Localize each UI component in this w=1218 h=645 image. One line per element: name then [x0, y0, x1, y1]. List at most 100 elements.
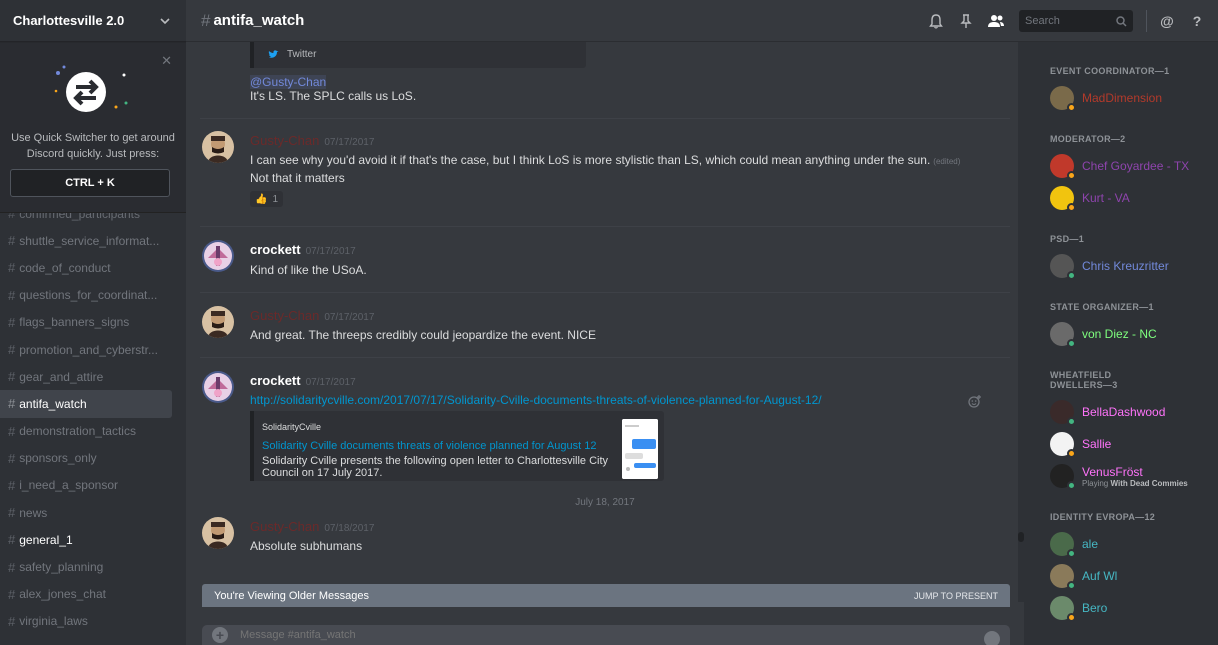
author-name[interactable]: Gusty-Chan	[250, 519, 319, 534]
author-name[interactable]: crockett	[250, 373, 301, 388]
status-indicator	[1067, 449, 1076, 458]
twitter-label: Twitter	[287, 49, 317, 60]
member-item[interactable]: MadDimension	[1050, 86, 1163, 112]
avatar[interactable]	[202, 517, 234, 549]
channel-item[interactable]: # safety_planning	[0, 553, 172, 580]
server-name: Charlottesville 2.0	[13, 13, 125, 28]
hash-icon: #	[8, 586, 16, 602]
channel-title: # antifa_watch	[186, 11, 304, 31]
channel-label: news	[19, 505, 48, 520]
channel-item[interactable]: # flags_banners_signs	[0, 309, 172, 336]
member-item[interactable]: Chef Goyardee - TX	[1050, 154, 1189, 180]
status-indicator	[1067, 203, 1076, 212]
channel-item[interactable]: # code_of_conduct	[0, 254, 172, 281]
member-item[interactable]: von Diez - NC	[1050, 322, 1157, 348]
message-text: I can see why you'd avoid it if that's t…	[250, 153, 960, 167]
activity-prefix: Playing	[1082, 478, 1109, 488]
toolbar-divider	[1146, 10, 1147, 32]
avatar[interactable]	[202, 131, 234, 163]
jump-to-present-button[interactable]: JUMP TO PRESENT	[914, 591, 998, 601]
user-mention[interactable]: @Gusty-Chan	[250, 75, 327, 89]
author-name[interactable]: crockett	[250, 242, 301, 257]
add-reaction-icon[interactable]	[968, 394, 982, 408]
member-info: Sallie	[1082, 437, 1111, 451]
channel-label: virginia_laws	[19, 614, 88, 629]
channel-label: promotion_and_cyberstr...	[19, 342, 158, 357]
channel-item[interactable]: # alex_jones_chat	[0, 581, 172, 608]
channel-item[interactable]: # i_need_a_sponsor	[0, 472, 172, 499]
member-name: MadDimension	[1082, 91, 1163, 105]
member-info: VenusFröst Playing With Dead Commies	[1082, 465, 1188, 488]
twitter-embed: Twitter	[250, 42, 586, 68]
message-text: Not that it matters	[250, 171, 345, 185]
member-item[interactable]: Bero	[1050, 596, 1107, 622]
member-item[interactable]: BellaDashwood	[1050, 400, 1165, 426]
member-item[interactable]: ale	[1050, 532, 1098, 558]
channel-item[interactable]: # questions_for_coordinat...	[0, 282, 172, 309]
channel-item[interactable]: # demonstration_tactics	[0, 418, 172, 445]
message-link-line: http://solidaritycville.com/2017/07/17/S…	[250, 393, 822, 407]
avatar[interactable]	[202, 306, 234, 338]
role-header: WHEATFIELD DWELLERS—3	[1050, 370, 1118, 390]
pin-icon[interactable]	[957, 12, 975, 30]
member-item[interactable]: Chris Kreuzritter	[1050, 254, 1169, 280]
chat-area: # antifa_watch Search @ ? Twitter @Gusty…	[186, 0, 1218, 645]
channel-label: sponsors_only	[19, 451, 97, 466]
channel-item[interactable]: # gear_and_attire	[0, 363, 172, 390]
member-item[interactable]: Sallie	[1050, 432, 1111, 458]
channel-item[interactable]: # news	[0, 499, 172, 526]
mention-icon[interactable]: @	[1158, 12, 1176, 30]
channel-item[interactable]: # promotion_and_cyberstr...	[0, 336, 172, 363]
twitter-icon	[268, 50, 279, 58]
hash-icon: #	[8, 613, 16, 629]
embed-title[interactable]: Solidarity Cville documents threats of v…	[262, 440, 596, 452]
help-icon[interactable]: ?	[1188, 12, 1206, 30]
avatar	[1050, 564, 1076, 590]
member-name: Auf Wl	[1082, 569, 1118, 583]
channel-item[interactable]: # general_1	[0, 526, 172, 553]
bell-icon[interactable]	[927, 12, 945, 30]
message-input[interactable]	[240, 629, 940, 641]
avatar[interactable]	[202, 371, 234, 403]
embed-thumbnail[interactable]	[622, 419, 658, 479]
message-text: And great. The threeps credibly could je…	[250, 328, 596, 342]
thumbs-up-icon: 👍	[254, 193, 268, 205]
message-composer: +	[202, 625, 1010, 645]
search-input[interactable]: Search	[1019, 10, 1133, 32]
member-name: Sallie	[1082, 437, 1112, 451]
quick-switcher-shortcut[interactable]: CTRL + K	[10, 169, 170, 197]
role-header: IDENTITY EVROPA—12	[1050, 512, 1156, 522]
member-name: VenusFröst	[1082, 464, 1143, 479]
channel-item[interactable]: # virginia_laws	[0, 608, 172, 635]
reaction[interactable]: 👍 1	[250, 191, 283, 207]
avatar	[1050, 400, 1076, 426]
quick-switcher-text: Use Quick Switcher to get around Discord…	[11, 132, 175, 160]
member-item[interactable]: VenusFröst Playing With Dead Commies	[1050, 464, 1188, 490]
channel-item[interactable]: # shuttle_service_informat...	[0, 227, 172, 254]
avatar[interactable]	[202, 240, 234, 272]
member-item[interactable]: Kurt - VA	[1050, 186, 1130, 212]
channel-label: antifa_watch	[19, 396, 87, 411]
close-icon[interactable]: ✕	[161, 53, 172, 69]
activity-game: With Dead Commies	[1110, 478, 1188, 488]
channel-label: alex_jones_chat	[19, 587, 106, 602]
members-icon[interactable]	[987, 12, 1005, 30]
status-indicator	[1067, 549, 1076, 558]
avatar	[1050, 86, 1076, 112]
member-item[interactable]: Auf Wl	[1050, 564, 1118, 590]
author-name[interactable]: Gusty-Chan	[250, 308, 319, 323]
emoji-icon[interactable]	[984, 631, 1000, 645]
member-info: Bero	[1082, 601, 1107, 615]
hash-icon: #	[8, 559, 16, 575]
status-indicator	[1067, 417, 1076, 426]
timestamp: 07/17/2017	[324, 312, 375, 323]
server-header[interactable]: Charlottesville 2.0	[0, 0, 186, 42]
upload-plus-icon[interactable]: +	[212, 627, 228, 643]
timestamp: 07/17/2017	[305, 246, 356, 257]
chevron-down-icon[interactable]	[158, 14, 172, 28]
channel-item[interactable]: # sponsors_only	[0, 445, 172, 472]
author-name[interactable]: Gusty-Chan	[250, 133, 319, 148]
channel-item[interactable]: # antifa_watch	[0, 390, 172, 418]
message-link[interactable]: http://solidaritycville.com/2017/07/17/S…	[250, 393, 822, 407]
member-info: BellaDashwood	[1082, 405, 1165, 419]
